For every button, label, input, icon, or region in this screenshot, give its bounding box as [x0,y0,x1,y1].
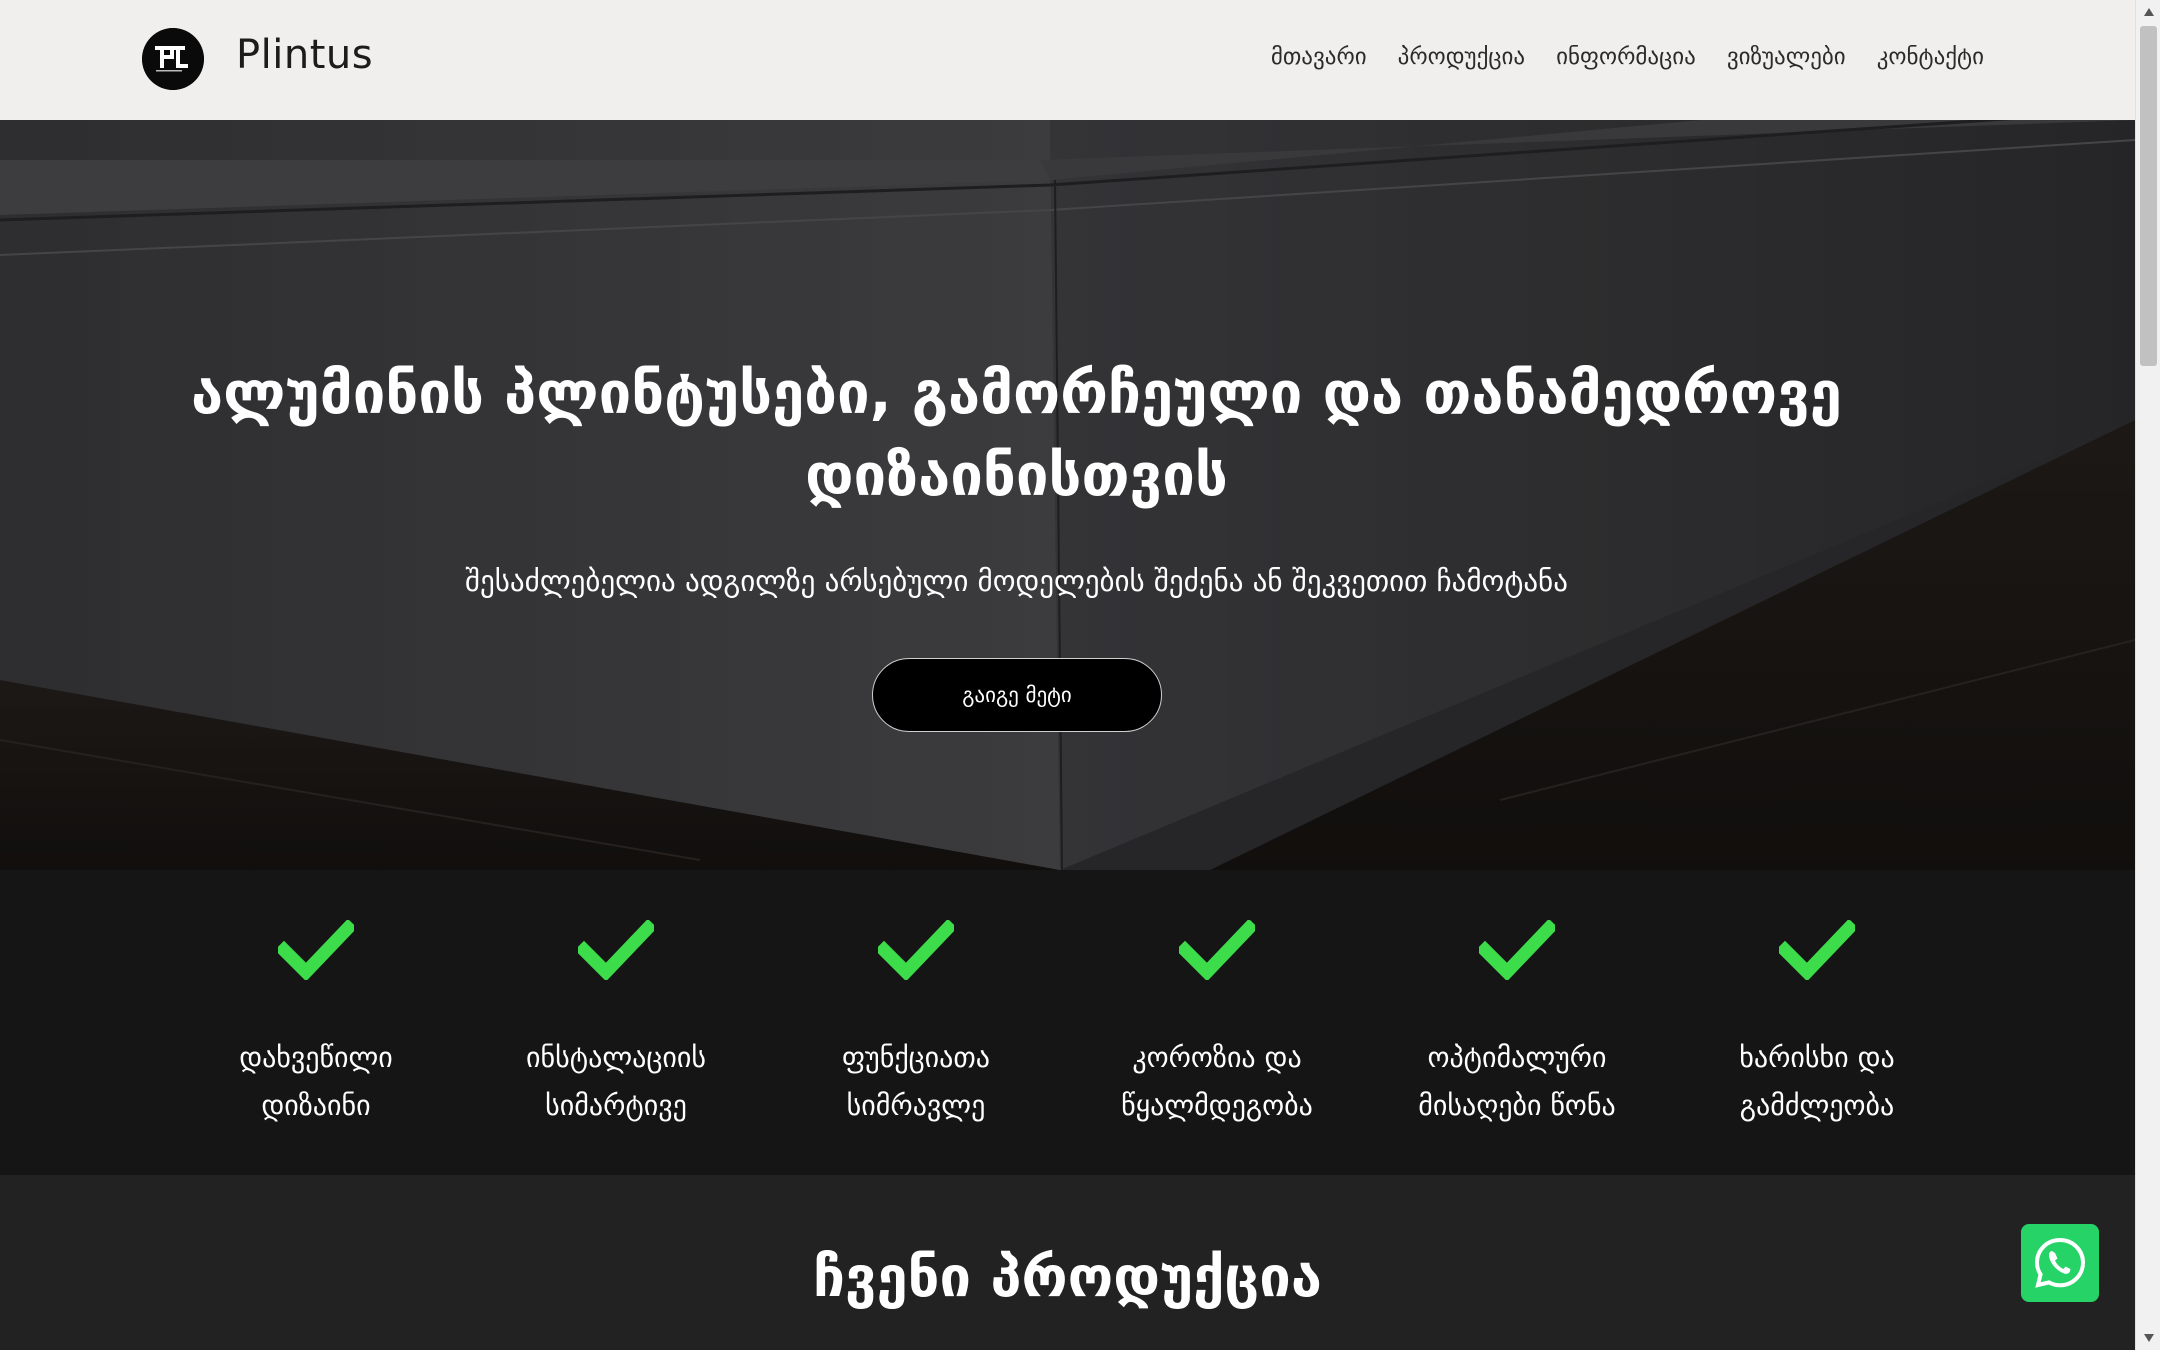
whatsapp-icon [2034,1237,2086,1288]
nav-item-contact[interactable]: კონტაქტი [1877,44,1984,70]
products-heading: ჩვენი პროდუქცია [813,1245,1322,1310]
check-icon [1479,920,1555,980]
nav-item-visuals[interactable]: ვიზუალები [1727,44,1846,70]
feature-label: კოროზია და წყალმდეგობა [1121,1041,1313,1122]
feature-label: ხარისხი და გამძლეობა [1739,1041,1895,1122]
scrollbar-thumb[interactable] [2140,26,2157,366]
site-header: Plintus მთავარი პროდუქცია ინფორმაცია ვიზ… [0,0,2135,120]
check-icon [578,920,654,980]
features-section: დახვეწილი დიზაინი ინსტალაციის სიმარტივე … [0,870,2135,1175]
logo-icon [142,28,204,90]
feature-label: ოპტიმალური მისაღები წონა [1418,1041,1616,1122]
check-icon [878,920,954,980]
nav-item-home[interactable]: მთავარი [1271,44,1367,70]
page: Plintus მთავარი პროდუქცია ინფორმაცია ვიზ… [0,0,2135,1350]
nav-item-information[interactable]: ინფორმაცია [1556,44,1696,70]
check-icon [278,920,354,980]
hero-section: ალუმინის პლინტუსები, გამორჩეული და თანამ… [0,120,2135,870]
logo[interactable] [142,28,204,90]
hero-title: ალუმინის პლინტუსები, გამორჩეული და თანამ… [191,359,1842,509]
nav-item-products[interactable]: პროდუქცია [1398,44,1525,70]
feature-label: ინსტალაციის სიმარტივე [526,1041,706,1122]
whatsapp-button[interactable] [2021,1224,2099,1302]
brand-name[interactable]: Plintus [236,32,373,78]
check-icon [1779,920,1855,980]
learn-more-button[interactable]: გაიგე მეტი [872,658,1162,732]
products-section: ჩვენი პროდუქცია [0,1175,2135,1350]
page-scrollbar[interactable] [2135,0,2160,1350]
scroll-up-arrow-icon[interactable] [2136,2,2160,22]
check-icon [1179,920,1255,980]
feature-label: დახვეწილი დიზაინი [239,1041,393,1122]
main-nav: მთავარი პროდუქცია ინფორმაცია ვიზუალები კ… [1271,44,1984,70]
hero-subtitle: შესაძლებელია ადგილზე არსებული მოდელების … [465,564,1568,598]
feature-label: ფუნქციათა სიმრავლე [841,1041,991,1122]
scroll-down-arrow-icon[interactable] [2136,1328,2160,1348]
